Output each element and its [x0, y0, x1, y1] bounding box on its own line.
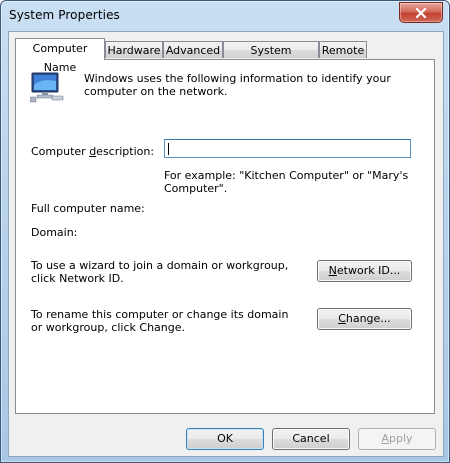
- text-caret: [168, 143, 169, 155]
- tab-computer-name[interactable]: Computer Name: [15, 38, 105, 74]
- computer-name-panel: Windows uses the following information t…: [15, 59, 435, 414]
- computer-description-input[interactable]: [164, 139, 411, 158]
- full-computer-name-label: Full computer name:: [31, 202, 145, 215]
- network-id-description: To use a wizard to join a domain or work…: [31, 259, 289, 285]
- cancel-button[interactable]: Cancel: [272, 428, 350, 450]
- system-properties-window: System Properties Computer Name Hardware…: [0, 0, 450, 463]
- intro-text: Windows uses the following information t…: [84, 72, 391, 98]
- rename-description: To rename this computer or change its do…: [31, 308, 289, 334]
- tab-system-protection[interactable]: System Protection: [223, 41, 319, 74]
- tab-hardware[interactable]: Hardware: [105, 41, 163, 58]
- close-icon: [415, 7, 427, 18]
- close-button[interactable]: [399, 2, 443, 23]
- dialog-client-area: Computer Name Hardware Advanced System P…: [8, 31, 444, 457]
- change-button[interactable]: Change...: [317, 308, 412, 330]
- button-label: pply: [389, 432, 413, 445]
- example-text: For example: "Kitchen Computer" or "Mary…: [164, 169, 409, 195]
- label-part: escription:: [96, 145, 155, 158]
- label-part: Computer: [31, 145, 90, 158]
- tab-advanced[interactable]: Advanced: [163, 41, 223, 58]
- button-label: hange...: [345, 312, 391, 325]
- ok-button[interactable]: OK: [186, 428, 264, 450]
- network-id-button[interactable]: Network ID...: [317, 260, 412, 282]
- computer-description-label: Computer description:: [31, 145, 171, 158]
- title-bar[interactable]: System Properties: [1, 1, 449, 31]
- apply-button[interactable]: Apply: [358, 428, 436, 450]
- window-title: System Properties: [9, 8, 120, 22]
- button-label: etwork ID...: [336, 264, 401, 277]
- button-access-key: A: [381, 432, 389, 445]
- domain-label: Domain:: [31, 226, 78, 239]
- button-access-key: N: [328, 264, 337, 277]
- tab-remote[interactable]: Remote: [319, 41, 367, 58]
- button-access-key: C: [338, 312, 346, 325]
